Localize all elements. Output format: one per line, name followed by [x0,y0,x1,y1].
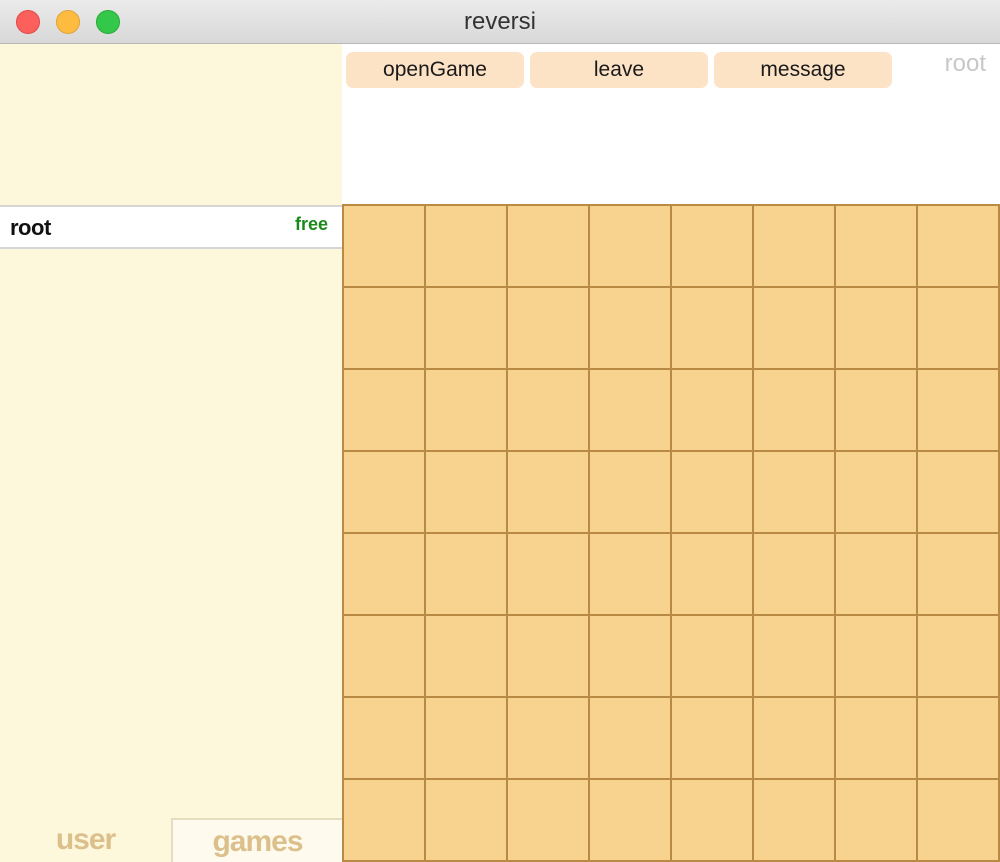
board-cell-r6-c4[interactable] [590,616,670,696]
tab-user[interactable]: user [0,818,171,862]
board-cell-r2-c2[interactable] [426,288,506,368]
board-cell-r2-c1[interactable] [344,288,424,368]
board-cell-r3-c8[interactable] [918,370,998,450]
board-cell-r3-c1[interactable] [344,370,424,450]
board-cell-r2-c3[interactable] [508,288,588,368]
board-cell-r1-c6[interactable] [754,206,834,286]
title-bar[interactable]: reversi [0,0,1000,44]
board-cell-r8-c6[interactable] [754,780,834,860]
board-cell-r3-c2[interactable] [426,370,506,450]
board-cell-r5-c3[interactable] [508,534,588,614]
board-cell-r8-c8[interactable] [918,780,998,860]
board-cell-r7-c8[interactable] [918,698,998,778]
board-cell-r4-c4[interactable] [590,452,670,532]
board-cell-r3-c7[interactable] [836,370,916,450]
user-list-item[interactable]: root free [0,205,342,249]
board-cell-r7-c3[interactable] [508,698,588,778]
leave-button[interactable]: leave [530,52,708,88]
board-cell-r3-c3[interactable] [508,370,588,450]
board-cell-r5-c6[interactable] [754,534,834,614]
board-cell-r4-c2[interactable] [426,452,506,532]
action-toolbar: openGame leave message root [342,44,1000,204]
board-cell-r1-c4[interactable] [590,206,670,286]
board-cell-r2-c4[interactable] [590,288,670,368]
board-cell-r3-c6[interactable] [754,370,834,450]
board-cell-r4-c7[interactable] [836,452,916,532]
open-game-button[interactable]: openGame [346,52,524,88]
board-cell-r4-c5[interactable] [672,452,752,532]
board-cell-r3-c4[interactable] [590,370,670,450]
message-button[interactable]: message [714,52,892,88]
board-cell-r6-c2[interactable] [426,616,506,696]
board-cell-r1-c7[interactable] [836,206,916,286]
board-cell-r1-c1[interactable] [344,206,424,286]
tab-games[interactable]: games [171,818,342,862]
board-cell-r1-c3[interactable] [508,206,588,286]
board-cell-r8-c2[interactable] [426,780,506,860]
board-cell-r2-c6[interactable] [754,288,834,368]
board-cell-r7-c5[interactable] [672,698,752,778]
board-cell-r1-c2[interactable] [426,206,506,286]
board-cell-r7-c6[interactable] [754,698,834,778]
sidebar-tabs: user games [0,818,342,862]
current-user-label: root [944,50,986,77]
board-cell-r3-c5[interactable] [672,370,752,450]
board-cell-r6-c5[interactable] [672,616,752,696]
board-cell-r5-c7[interactable] [836,534,916,614]
game-board[interactable] [342,204,1000,862]
board-cell-r6-c8[interactable] [918,616,998,696]
window-title: reversi [463,8,536,35]
board-cell-r1-c8[interactable] [918,206,998,286]
board-cell-r4-c1[interactable] [344,452,424,532]
board-cell-r2-c7[interactable] [836,288,916,368]
board-cell-r4-c8[interactable] [918,452,998,532]
board-cell-r8-c4[interactable] [590,780,670,860]
board-cell-r8-c1[interactable] [344,780,424,860]
board-cell-r1-c5[interactable] [672,206,752,286]
board-cell-r8-c3[interactable] [508,780,588,860]
board-cell-r4-c6[interactable] [754,452,834,532]
board-cell-r5-c2[interactable] [426,534,506,614]
board-cell-r4-c3[interactable] [508,452,588,532]
user-sidebar: root free user games [0,44,342,862]
board-cell-r8-c5[interactable] [672,780,752,860]
board-cell-r5-c5[interactable] [672,534,752,614]
board-cell-r7-c2[interactable] [426,698,506,778]
board-cell-r6-c6[interactable] [754,616,834,696]
user-status-badge: free [294,214,328,234]
board-cell-r2-c5[interactable] [672,288,752,368]
board-cell-r6-c1[interactable] [344,616,424,696]
board-cell-r5-c8[interactable] [918,534,998,614]
board-cell-r7-c7[interactable] [836,698,916,778]
board-cell-r8-c7[interactable] [836,780,916,860]
board-cell-r5-c1[interactable] [344,534,424,614]
user-name: root [10,215,51,240]
board-cell-r7-c4[interactable] [590,698,670,778]
board-cell-r6-c7[interactable] [836,616,916,696]
app-window: reversi root free user games openGame le… [0,0,1000,862]
board-cell-r5-c4[interactable] [590,534,670,614]
board-cell-r6-c3[interactable] [508,616,588,696]
board-cell-r7-c1[interactable] [344,698,424,778]
board-cell-r2-c8[interactable] [918,288,998,368]
